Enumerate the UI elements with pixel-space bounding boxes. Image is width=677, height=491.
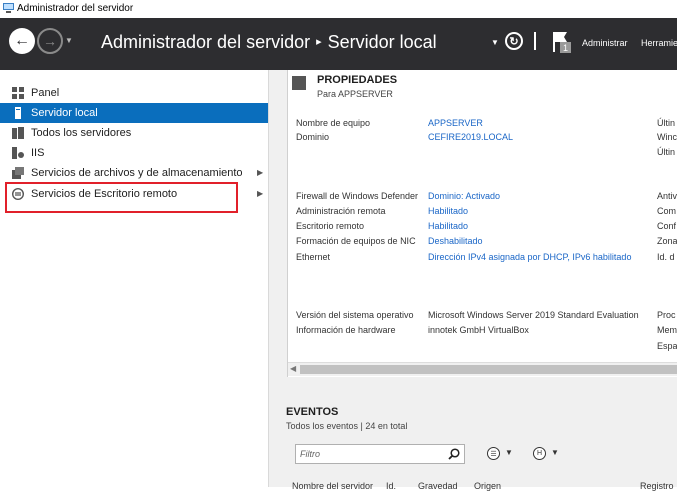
property-label-truncated: Conf (657, 221, 677, 231)
property-value-domain[interactable]: CEFIRE2019.LOCAL (428, 132, 513, 142)
breadcrumb-current: Servidor local (327, 32, 437, 52)
sidebar-item-iis[interactable]: IIS (0, 143, 268, 163)
breadcrumb: Administrador del servidor ▸ Servidor loca… (101, 32, 437, 53)
property-label: Nombre de equipo (296, 118, 371, 128)
sidebar-item-file-storage[interactable]: Servicios de archivos y de almacenamient… (0, 163, 268, 183)
property-value-computer-name[interactable]: APPSERVER (428, 118, 483, 128)
expand-arrow-icon[interactable]: ▶ (257, 189, 263, 198)
header-divider (534, 32, 536, 50)
sidebar-item-panel[interactable]: Panel (0, 83, 268, 103)
file-storage-icon (12, 167, 24, 179)
property-label-truncated: Proc (657, 310, 676, 320)
property-label: Formación de equipos de NIC (296, 236, 416, 246)
window-title: Administrador del servidor (17, 3, 134, 14)
forward-arrow-icon: → (43, 33, 57, 49)
notification-count: 1 (563, 43, 568, 53)
list-options-icon[interactable]: ☰ (487, 447, 500, 460)
filter-placeholder: Filtro (300, 449, 320, 459)
property-label: Información de hardware (296, 325, 396, 335)
property-value-nic-teaming[interactable]: Deshabilitado (428, 236, 483, 246)
expand-arrow-icon[interactable]: ▶ (257, 168, 263, 177)
events-subtitle: Todos los eventos | 24 en total (286, 421, 408, 431)
column-header-source[interactable]: Origen (474, 481, 501, 491)
sidebar-item-label: Servidor local (31, 107, 98, 119)
refresh-button[interactable]: ↻ (505, 32, 523, 50)
property-value-hardware: innotek GmbH VirtualBox (428, 325, 529, 335)
highlight-box (5, 182, 238, 213)
sidebar-item-label: Todos los servidores (31, 127, 132, 139)
column-header-log[interactable]: Registro (640, 481, 674, 491)
app-header: ← → ▼ Administrador del servidor ▸ Servido… (0, 18, 677, 70)
save-query-dropdown-icon[interactable]: ▼ (551, 448, 559, 457)
notifications-flag-icon[interactable]: 1 (551, 30, 573, 54)
back-arrow-icon: ← (14, 32, 30, 49)
property-value-remote-desktop[interactable]: Habilitado (428, 221, 468, 231)
properties-horizontal-scrollbar[interactable]: ◀ (288, 362, 677, 376)
properties-subtitle: Para APPSERVER (317, 89, 393, 99)
manage-menu[interactable]: Administrar (582, 38, 628, 48)
property-value-os-version: Microsoft Windows Server 2019 Standard E… (428, 310, 639, 320)
servers-icon (12, 127, 24, 139)
events-title: EVENTOS (286, 406, 339, 418)
forward-button[interactable]: → (37, 28, 63, 54)
property-label: Ethernet (296, 252, 331, 262)
property-label: Firewall de Windows Defender (296, 191, 419, 201)
window-titlebar: Administrador del servidor (0, 0, 677, 18)
property-label-truncated: Espa (657, 341, 677, 351)
save-query-icon[interactable]: H (533, 447, 546, 460)
property-label-truncated: Zona (657, 236, 677, 246)
sidebar-item-local-server[interactable]: Servidor local (0, 103, 268, 123)
search-icon[interactable] (448, 448, 460, 460)
properties-tile-icon (292, 76, 306, 90)
server-icon (15, 107, 21, 119)
property-label: Administración remota (296, 206, 386, 216)
property-label-truncated: Últin (657, 118, 676, 128)
property-value-remote-management[interactable]: Habilitado (428, 206, 468, 216)
iis-icon (12, 147, 24, 159)
history-dropdown-icon[interactable]: ▼ (65, 36, 73, 45)
property-value-firewall[interactable]: Dominio: Activado (428, 191, 500, 201)
property-label: Dominio (296, 132, 330, 142)
dashboard-icon (12, 87, 24, 99)
list-options-dropdown-icon[interactable]: ▼ (505, 448, 513, 457)
scrollbar-thumb[interactable] (300, 365, 677, 374)
scroll-left-icon[interactable]: ◀ (290, 364, 296, 373)
sidebar-item-label: Servicios de archivos y de almacenamient… (31, 167, 243, 179)
breadcrumb-separator-icon: ▸ (316, 36, 322, 48)
property-value-ethernet[interactable]: Dirección IPv4 asignada por DHCP, IPv6 h… (428, 252, 631, 262)
column-header-server-name[interactable]: Nombre del servidor (292, 481, 373, 491)
breadcrumb-dropdown-icon[interactable]: ▼ (491, 38, 499, 47)
property-label: Escritorio remoto (296, 221, 365, 231)
sidebar-item-all-servers[interactable]: Todos los servidores (0, 123, 268, 143)
server-manager-app-icon (3, 3, 14, 13)
refresh-icon: ↻ (509, 35, 519, 48)
property-label-truncated: Id. d (657, 252, 675, 262)
column-header-id[interactable]: Id. (386, 481, 396, 491)
back-button[interactable]: ← (9, 28, 35, 54)
sidebar-item-label: IIS (31, 147, 45, 159)
column-header-severity[interactable]: Gravedad (418, 481, 458, 491)
events-filter-input[interactable]: Filtro (295, 444, 465, 464)
property-label-truncated: Últin (657, 147, 676, 157)
breadcrumb-root[interactable]: Administrador del servidor (101, 32, 310, 52)
property-label-truncated: Antiv (657, 191, 677, 201)
property-label-truncated: Mem (657, 325, 677, 335)
property-label: Versión del sistema operativo (296, 310, 414, 320)
property-label-truncated: Winc (657, 132, 677, 142)
property-label-truncated: Com (657, 206, 677, 216)
sidebar-item-label: Panel (31, 87, 60, 99)
properties-title: PROPIEDADES (317, 74, 398, 86)
tools-menu[interactable]: Herramie (641, 38, 677, 48)
